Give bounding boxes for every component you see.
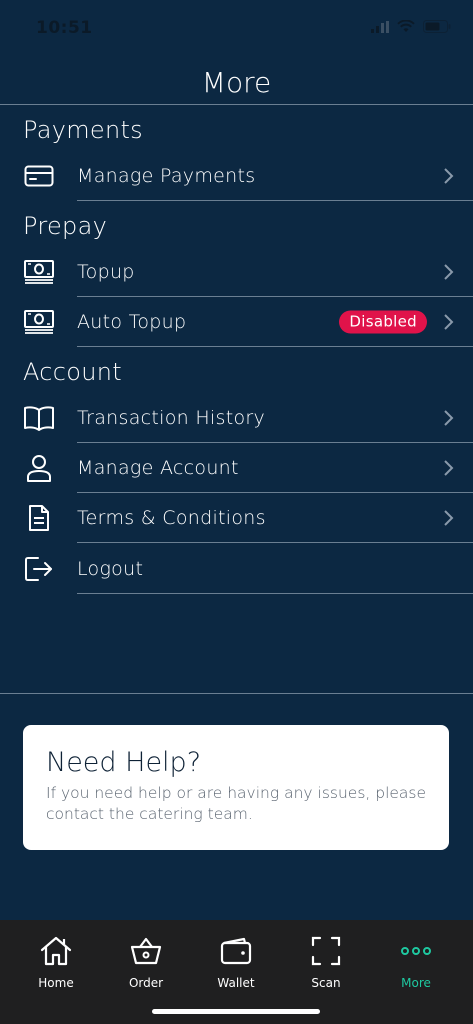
document-icon [23,504,55,532]
wallet-icon [216,934,256,968]
home-icon [36,934,76,968]
book-icon [23,404,55,432]
chevron-right-icon [444,510,454,526]
logout-icon [23,555,55,583]
help-title: Need Help? [46,747,202,778]
signal-icon [371,20,389,33]
chevron-right-icon [444,264,454,280]
chevron-right-icon [444,460,454,476]
menu-item-topup[interactable]: Topup [0,247,473,297]
tab-scan[interactable]: Scan [281,934,371,994]
row-divider [77,542,473,543]
tab-label: Scan [311,976,341,990]
bottom-tab-bar: Home Order Wallet Scan More [0,920,473,1024]
section-header-account: Account [23,358,123,386]
user-icon [23,454,55,482]
cash-icon [23,308,55,336]
menu-item-auto-topup[interactable]: Auto Topup Disabled [0,297,473,347]
tab-label: Home [38,976,74,990]
menu-item-manage-account[interactable]: Manage Account [0,443,473,493]
status-bar: 10:51 [0,0,473,56]
tab-order[interactable]: Order [101,934,191,994]
content-divider [0,693,473,694]
menu-item-label: Auto Topup [77,311,187,333]
tab-label: Order [128,976,164,990]
menu-item-manage-payments[interactable]: Manage Payments [0,151,473,201]
section-header-payments: Payments [23,116,143,144]
menu-item-label: Logout [77,558,144,580]
chevron-right-icon [444,168,454,184]
basket-icon [126,934,166,968]
battery-icon [423,20,451,33]
menu-item-transaction-history[interactable]: Transaction History [0,393,473,443]
tab-label: More [401,976,431,990]
help-card: Need Help? If you need help or are havin… [23,725,449,850]
more-dots-icon [396,934,436,968]
home-indicator [152,1009,320,1014]
menu-item-terms-conditions[interactable]: Terms & Conditions [0,493,473,543]
page-title: More [201,66,272,99]
section-header-prepay: Prepay [23,212,108,240]
menu-item-label: Transaction History [77,407,266,429]
title-divider [0,104,473,105]
chevron-right-icon [444,410,454,426]
menu-item-logout[interactable]: Logout [0,544,473,594]
tab-more[interactable]: More [371,934,461,994]
row-divider [77,346,473,347]
menu-item-label: Manage Payments [77,165,256,187]
scan-icon [306,934,346,968]
status-time: 10:51 [36,18,93,38]
row-divider [77,200,473,201]
status-icons [371,20,451,33]
menu-item-label: Terms & Conditions [77,507,266,529]
cash-icon [23,258,55,286]
tab-label: Wallet [217,976,255,990]
tab-home[interactable]: Home [11,934,101,994]
status-badge-disabled: Disabled [339,310,427,334]
row-divider [77,593,473,594]
tab-wallet[interactable]: Wallet [191,934,281,994]
wifi-icon [397,20,415,32]
menu-item-label: Manage Account [77,457,239,479]
credit-card-icon [23,162,55,190]
help-text: If you need help or are having any issue… [46,784,427,823]
chevron-right-icon [444,314,454,330]
menu-item-label: Topup [77,261,135,283]
